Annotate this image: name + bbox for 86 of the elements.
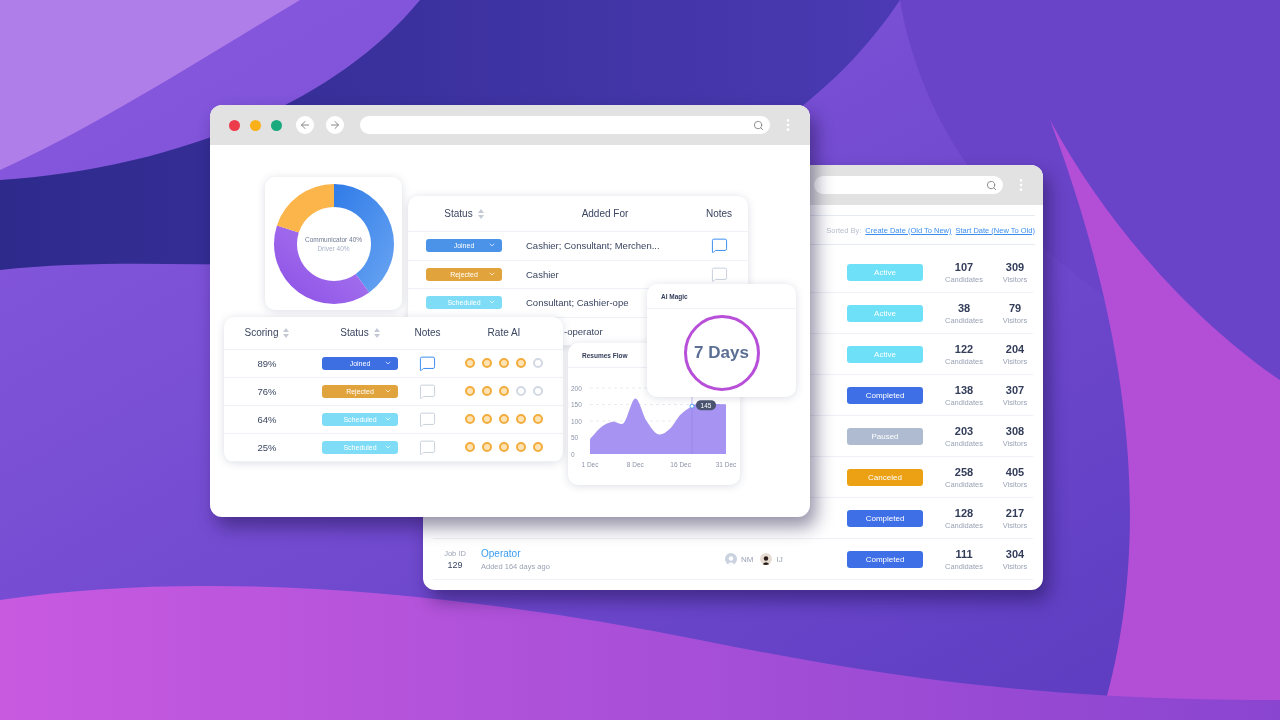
added-for-text: Cashier; Consultant; Merchen... [526, 240, 660, 252]
status-badge: Active [847, 345, 923, 363]
rating-circle [533, 358, 543, 369]
search-icon [986, 179, 997, 191]
rating-circle [499, 386, 509, 397]
score-value: 89% [257, 357, 277, 369]
note-icon[interactable] [710, 265, 728, 283]
added-for-text: Cashier [526, 268, 559, 280]
visitors-count: 79 [1008, 301, 1022, 314]
rating-circle [533, 442, 543, 453]
score-value: 64% [257, 413, 277, 425]
avatar-icon [725, 553, 737, 565]
address-bar[interactable] [814, 176, 1003, 194]
added-for-text: -operator [564, 325, 603, 337]
days-value: 7 Days [694, 343, 749, 363]
rating-circle [465, 414, 475, 425]
assignee-initials: NM [741, 554, 754, 564]
maximize-dot[interactable] [271, 119, 282, 131]
column-header: Added For [581, 208, 629, 220]
candidates-count: 111 [955, 547, 973, 560]
rating-circle [482, 414, 492, 425]
arrow-left-icon [299, 119, 311, 131]
rating-circle [516, 414, 526, 425]
rating-circle [482, 386, 492, 397]
candidates-count: 122 [954, 342, 974, 355]
rating-circle [465, 358, 475, 369]
search-icon [753, 119, 764, 131]
score-value: 76% [257, 385, 277, 397]
status-badge: Completed [847, 386, 923, 404]
column-header: Status [340, 327, 369, 339]
column-header: Status [444, 208, 473, 220]
forward-button[interactable] [326, 116, 344, 134]
column-header: Rate AI [487, 327, 521, 339]
status-badge: Completed [847, 509, 923, 527]
candidates-count: 258 [954, 465, 974, 478]
note-icon[interactable] [710, 237, 728, 255]
column-header: Scoring [244, 327, 279, 339]
visitors-count: 304 [1005, 547, 1025, 560]
status-badge: Canceled [847, 468, 923, 486]
minimize-dot[interactable] [250, 119, 261, 131]
note-icon[interactable] [419, 438, 436, 456]
column-header: Notes [705, 208, 733, 220]
rating-circle [499, 414, 509, 425]
status-badge: Active [847, 304, 923, 322]
status-badge: Completed [847, 550, 923, 568]
rating-circle [533, 414, 543, 425]
visitors-count: 307 [1005, 383, 1025, 396]
rating-circle [533, 386, 543, 397]
address-bar[interactable] [360, 116, 770, 134]
status-badge: Paused [847, 427, 923, 445]
sort-icon[interactable] [373, 327, 380, 338]
candidates-count: 107 [954, 260, 974, 273]
sort-icon[interactable] [283, 327, 290, 338]
visitors-count: 309 [1005, 260, 1025, 273]
added-for-text: Consultant; Cashier-ope [526, 297, 629, 309]
status-badge: Active [847, 263, 923, 281]
rating-circle [482, 358, 492, 369]
rating-circle [499, 358, 509, 369]
rating-circle [465, 386, 475, 397]
note-icon[interactable] [419, 354, 436, 372]
rating-circle [465, 442, 475, 453]
candidates-count: 138 [954, 383, 974, 396]
arrow-right-icon [329, 119, 341, 131]
rating-circle [499, 442, 509, 453]
job-id: 129 [447, 559, 463, 570]
note-icon[interactable] [419, 382, 436, 400]
visitors-count: 405 [1005, 465, 1025, 478]
score-value: 25% [257, 441, 277, 453]
sort-icon[interactable] [477, 208, 484, 219]
rating-circle [482, 442, 492, 453]
rating-circle [516, 386, 526, 397]
job-title-link[interactable]: Operator [481, 547, 521, 559]
visitors-count: 217 [1005, 506, 1025, 519]
visitors-count: 308 [1005, 424, 1025, 437]
note-icon[interactable] [419, 410, 436, 428]
candidates-count: 128 [954, 506, 974, 519]
avatar-icon [760, 553, 773, 565]
rating-circle [516, 442, 526, 453]
column-header: Notes [414, 327, 441, 339]
visitors-count: 204 [1005, 342, 1025, 355]
assignee-initials: IJ [776, 554, 783, 564]
back-button[interactable] [296, 116, 314, 134]
candidates-count: 203 [954, 424, 974, 437]
close-dot[interactable] [229, 119, 240, 131]
candidates-count: 38 [957, 301, 971, 314]
rating-circle [516, 358, 526, 369]
